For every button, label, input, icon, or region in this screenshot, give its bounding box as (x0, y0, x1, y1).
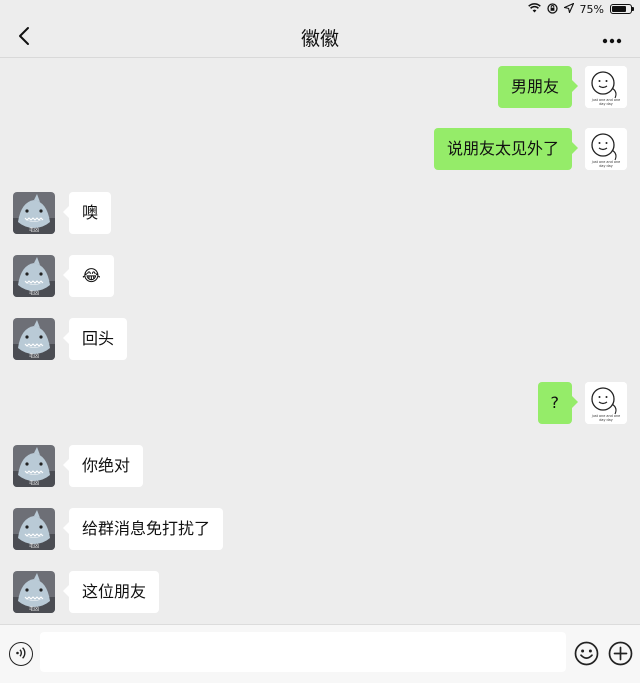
svg-text:毛凶: 毛凶 (29, 480, 39, 487)
avatar-friend[interactable]: 毛凶 (13, 192, 55, 234)
message-bubble[interactable]: 噢 (62, 192, 112, 234)
shark-plush-avatar: 毛凶 (13, 192, 55, 234)
battery-percent: 75% (579, 2, 604, 16)
message-bubble[interactable]: 给群消息免打扰了 (62, 508, 224, 550)
emoji-icon (574, 641, 599, 670)
location-icon (562, 2, 575, 15)
svg-text:毛凶: 毛凶 (29, 353, 39, 360)
avatar-friend[interactable]: 毛凶 (13, 508, 55, 550)
emoji-button[interactable] (574, 641, 599, 666)
message-row: 毛凶 这位朋友 (13, 571, 160, 613)
avatar-friend[interactable]: 毛凶 (13, 255, 55, 297)
svg-text:day day: day day (599, 164, 613, 168)
orientation-lock-icon (546, 2, 558, 16)
avatar-self[interactable]: just one and one day day (585, 128, 627, 170)
message-bubble[interactable]: 男朋友 (497, 66, 579, 108)
svg-text:毛凶: 毛凶 (29, 543, 39, 550)
svg-text:毛凶: 毛凶 (29, 290, 39, 297)
message-row: 毛凶 😂 (13, 255, 114, 297)
message-row: just one and one day day 男朋友 (497, 66, 627, 108)
chat-header: 徽徽 (0, 18, 640, 58)
message-input[interactable] (40, 632, 566, 672)
voice-icon (14, 645, 28, 664)
chevron-left-icon (17, 26, 31, 50)
wifi-icon (527, 3, 541, 15)
avatar-friend[interactable]: 毛凶 (13, 445, 55, 487)
back-button[interactable] (10, 24, 38, 52)
svg-text:毛凶: 毛凶 (29, 227, 39, 234)
ellipsis-icon (602, 29, 622, 48)
message-bubble[interactable]: 回头 (62, 318, 128, 360)
message-bubble[interactable]: 你绝对 (62, 445, 144, 487)
message-bubble[interactable]: 这位朋友 (62, 571, 160, 613)
avatar-self[interactable]: just one and one day day (585, 382, 627, 424)
plus-icon (608, 641, 633, 670)
message-bubble[interactable]: ? (537, 382, 578, 424)
avatar-self[interactable]: just one and one day day (585, 66, 627, 108)
message-row: 毛凶 你绝对 (13, 445, 144, 487)
message-row: just one and one day day 说朋友太见外了 (433, 128, 627, 170)
svg-text:day day: day day (599, 418, 613, 422)
status-bar: 75% (0, 0, 640, 18)
shark-plush-avatar: 毛凶 (13, 571, 55, 613)
shark-plush-avatar: 毛凶 (13, 255, 55, 297)
svg-text:day day: day day (599, 102, 613, 106)
shark-plush-avatar: 毛凶 (13, 508, 55, 550)
shark-plush-avatar: 毛凶 (13, 318, 55, 360)
doodle-face-avatar: just one and one day day (585, 66, 627, 108)
message-bubble[interactable]: 😂 (63, 255, 114, 297)
message-list[interactable]: just one and one day day 男朋友 just one an… (0, 59, 640, 624)
message-row: 毛凶 给群消息免打扰了 (13, 508, 224, 550)
doodle-face-avatar: just one and one day day (585, 128, 627, 170)
more-functions-button[interactable] (608, 641, 633, 666)
input-bar (0, 624, 640, 683)
more-button[interactable] (598, 24, 626, 52)
message-row: 毛凶 噢 (13, 192, 112, 234)
shark-plush-avatar: 毛凶 (13, 445, 55, 487)
avatar-friend[interactable]: 毛凶 (13, 318, 55, 360)
message-bubble[interactable]: 说朋友太见外了 (433, 128, 579, 170)
battery-level (612, 6, 626, 12)
avatar-friend[interactable]: 毛凶 (13, 571, 55, 613)
voice-button[interactable] (9, 642, 33, 666)
message-row: 毛凶 回头 (13, 318, 128, 360)
doodle-face-avatar: just one and one day day (585, 382, 627, 424)
svg-text:毛凶: 毛凶 (29, 606, 39, 613)
battery-icon (610, 4, 634, 14)
message-row: just one and one day day ? (537, 382, 627, 424)
page-title: 徽徽 (300, 28, 339, 50)
